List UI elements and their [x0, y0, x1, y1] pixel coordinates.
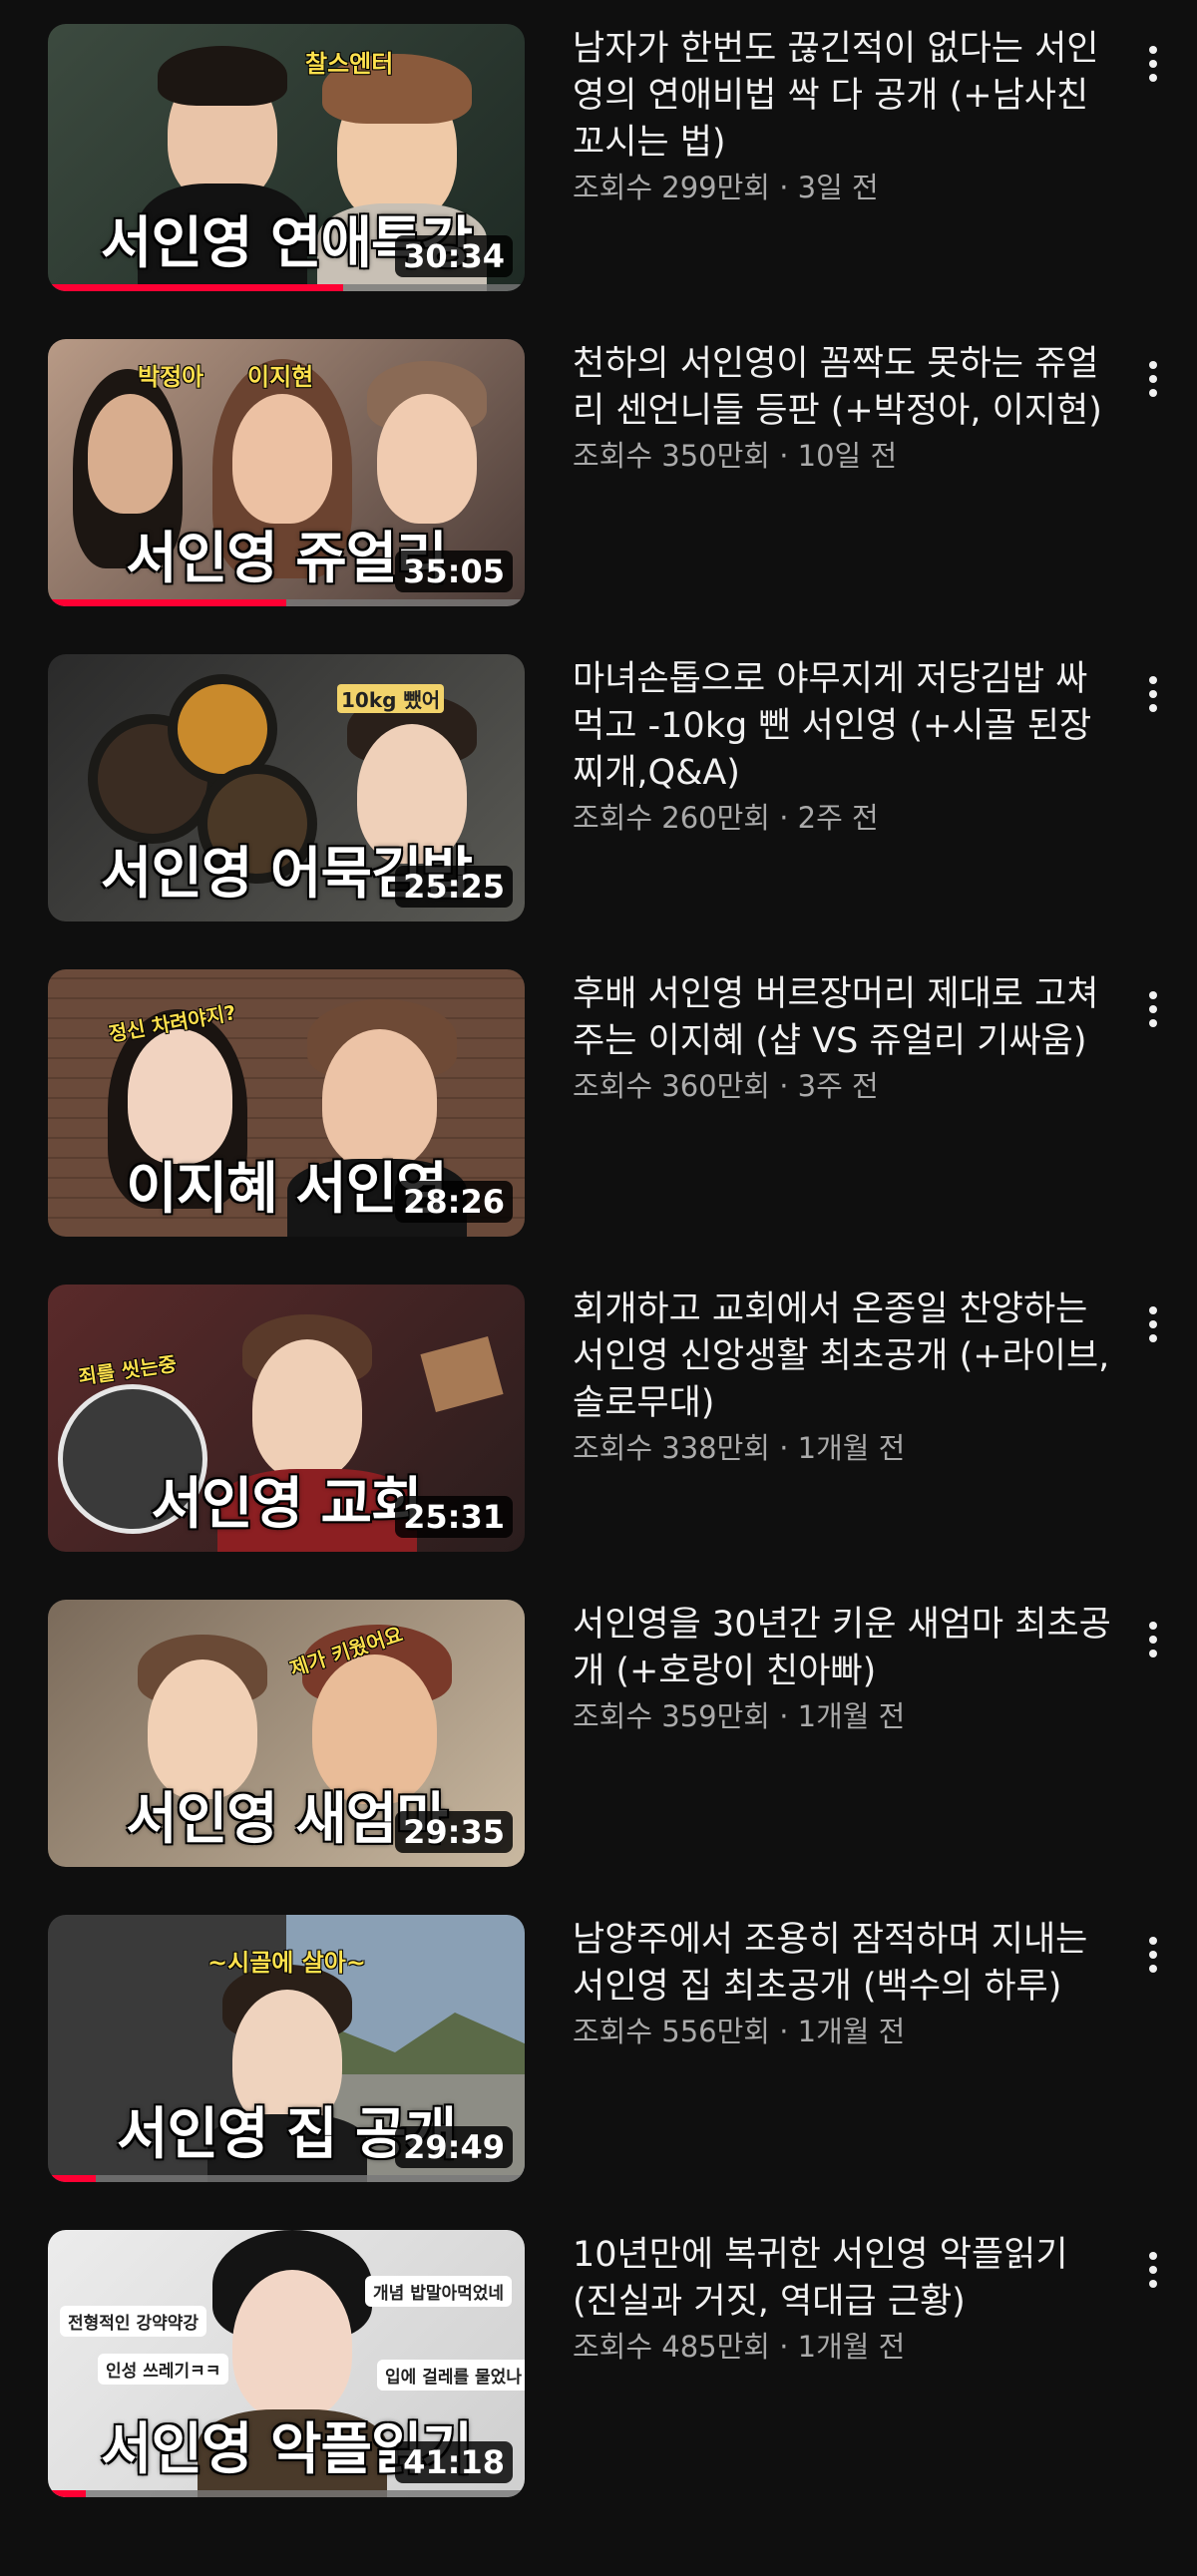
video-meta[interactable]: 후배 서인영 버르장머리 제대로 고쳐주는 이지혜 (샵 VS 쥬얼리 기싸움)… [573, 971, 1111, 1105]
video-title[interactable]: 천하의 서인영이 꼼짝도 못하는 쥬얼리 센언니들 등판 (+박정아, 이지현) [573, 341, 1111, 435]
more-vert-icon[interactable] [1135, 664, 1171, 724]
video-item[interactable]: ~시골에 살아~ 서인영 집 공개 29:49 남양주에서 조용히 잠적하며 지… [0, 1915, 1197, 2230]
more-vert-icon[interactable] [1135, 1294, 1171, 1354]
duration-badge: 41:18 [395, 2441, 513, 2483]
more-vert-icon[interactable] [1135, 2240, 1171, 2300]
view-count: 조회수 485만회 [573, 2330, 770, 2364]
watch-progress-fill [48, 284, 344, 291]
upload-age: 10일 전 [797, 439, 898, 473]
video-stats: 조회수 556만회 · 1개월 전 [573, 2015, 906, 2048]
video-meta[interactable]: 천하의 서인영이 꼼짝도 못하는 쥬얼리 센언니들 등판 (+박정아, 이지현)… [573, 341, 1111, 475]
upload-age: 1개월 전 [797, 1699, 906, 1733]
thumbnail-callout: 10kg 뺐어 [337, 684, 445, 713]
video-thumbnail[interactable]: 제가 키웠어요 서인영 새엄마 29:35 [48, 1600, 525, 1867]
video-item[interactable]: 10kg 뺐어 서인영 어묵김밥 25:25 마녀손톱으로 야무지게 저당김밥 … [0, 654, 1197, 969]
more-vert-icon[interactable] [1135, 979, 1171, 1039]
video-stats: 조회수 359만회 · 1개월 전 [573, 1699, 906, 1733]
view-count: 조회수 299만회 [573, 171, 770, 204]
video-stats: 조회수 360만회 · 3주 전 [573, 1069, 879, 1103]
video-list: 찰스엔터 서인영 연애특강 30:34 남자가 한번도 끊긴적이 없다는 서인영… [0, 0, 1197, 2545]
thumbnail-callout: 입에 걸레를 물었나 [377, 2360, 525, 2391]
video-stats: 조회수 350만회 · 10일 전 [573, 439, 898, 473]
upload-age: 3일 전 [797, 171, 879, 204]
thumbnail-callout: 이지현 [247, 363, 314, 391]
video-item[interactable]: 박정아 이지현 서인영 쥬얼리 35:05 천하의 서인영이 꼼짝도 못하는 쥬… [0, 339, 1197, 654]
duration-badge: 29:35 [395, 1811, 513, 1853]
video-thumbnail[interactable]: ~시골에 살아~ 서인영 집 공개 29:49 [48, 1915, 525, 2182]
video-item[interactable]: 죄를 씻는중 서인영 교회 25:31 회개하고 교회에서 온종일 찬양하는 서… [0, 1285, 1197, 1600]
video-meta[interactable]: 남양주에서 조용히 잠적하며 지내는 서인영 집 최초공개 (백수의 하루) 조… [573, 1917, 1111, 2050]
video-meta[interactable]: 10년만에 복귀한 서인영 악플읽기 (진실과 거짓, 역대급 근황) 조회수 … [573, 2232, 1111, 2366]
duration-badge: 28:26 [395, 1181, 513, 1223]
thumbnail-callout: 인성 쓰레기ㅋㅋ [98, 2354, 229, 2385]
video-item[interactable]: 찰스엔터 서인영 연애특강 30:34 남자가 한번도 끊긴적이 없다는 서인영… [0, 24, 1197, 339]
watch-progress [48, 284, 525, 291]
watch-progress [48, 599, 525, 606]
video-stats: 조회수 299만회 · 3일 전 [573, 171, 879, 204]
video-stats: 조회수 260만회 · 2주 전 [573, 801, 879, 835]
video-meta[interactable]: 서인영을 30년간 키운 새엄마 최초공개 (+호랑이 친아빠) 조회수 359… [573, 1602, 1111, 1735]
view-count: 조회수 350만회 [573, 439, 770, 473]
video-title[interactable]: 남양주에서 조용히 잠적하며 지내는 서인영 집 최초공개 (백수의 하루) [573, 1917, 1111, 2011]
video-item[interactable]: 제가 키웠어요 서인영 새엄마 29:35 서인영을 30년간 키운 새엄마 최… [0, 1600, 1197, 1915]
video-title[interactable]: 회개하고 교회에서 온종일 찬양하는 서인영 신앙생활 최초공개 (+라이브, … [573, 1287, 1111, 1427]
duration-badge: 30:34 [395, 235, 513, 277]
watch-progress [48, 2490, 525, 2497]
watch-progress-fill [48, 2490, 87, 2497]
video-thumbnail[interactable]: 죄를 씻는중 서인영 교회 25:31 [48, 1285, 525, 1552]
upload-age: 3주 전 [797, 1069, 879, 1103]
upload-age: 1개월 전 [797, 1431, 906, 1465]
video-meta[interactable]: 회개하고 교회에서 온종일 찬양하는 서인영 신앙생활 최초공개 (+라이브, … [573, 1287, 1111, 1467]
video-stats: 조회수 338만회 · 1개월 전 [573, 1431, 906, 1465]
view-count: 조회수 260만회 [573, 801, 770, 835]
thumbnail-callout: 박정아 [138, 363, 204, 391]
more-vert-icon[interactable] [1135, 1925, 1171, 1985]
thumbnail-callout: 전형적인 강약약강 [60, 2306, 207, 2337]
more-vert-icon[interactable] [1135, 34, 1171, 94]
video-title[interactable]: 후배 서인영 버르장머리 제대로 고쳐주는 이지혜 (샵 VS 쥬얼리 기싸움) [573, 971, 1111, 1065]
duration-badge: 25:25 [395, 866, 513, 908]
thumbnail-callout: ~시골에 살아~ [207, 1949, 366, 1977]
watch-progress-fill [48, 2175, 96, 2182]
watch-progress-fill [48, 599, 286, 606]
video-thumbnail[interactable]: 박정아 이지현 서인영 쥬얼리 35:05 [48, 339, 525, 606]
video-item[interactable]: 정신 차려야지? 이지혜 서인영 28:26 후배 서인영 버르장머리 제대로 … [0, 969, 1197, 1285]
upload-age: 1개월 전 [797, 2015, 906, 2048]
video-meta[interactable]: 남자가 한번도 끊긴적이 없다는 서인영의 연애비법 싹 다 공개 (+남사친 … [573, 26, 1111, 206]
view-count: 조회수 556만회 [573, 2015, 770, 2048]
more-vert-icon[interactable] [1135, 349, 1171, 409]
thumbnail-callout: 개념 밥말아먹었네 [365, 2276, 513, 2307]
duration-badge: 29:49 [395, 2126, 513, 2168]
video-title[interactable]: 남자가 한번도 끊긴적이 없다는 서인영의 연애비법 싹 다 공개 (+남사친 … [573, 26, 1111, 167]
view-count: 조회수 338만회 [573, 1431, 770, 1465]
watch-progress [48, 2175, 525, 2182]
video-stats: 조회수 485만회 · 1개월 전 [573, 2330, 906, 2364]
view-count: 조회수 359만회 [573, 1699, 770, 1733]
video-thumbnail[interactable]: 10kg 뺐어 서인영 어묵김밥 25:25 [48, 654, 525, 921]
video-title[interactable]: 서인영을 30년간 키운 새엄마 최초공개 (+호랑이 친아빠) [573, 1602, 1111, 1695]
video-title[interactable]: 10년만에 복귀한 서인영 악플읽기 (진실과 거짓, 역대급 근황) [573, 2232, 1111, 2326]
video-thumbnail[interactable]: 찰스엔터 서인영 연애특강 30:34 [48, 24, 525, 291]
view-count: 조회수 360만회 [573, 1069, 770, 1103]
video-meta[interactable]: 마녀손톱으로 야무지게 저당김밥 싸먹고 -10kg 뺀 서인영 (+시골 된장… [573, 656, 1111, 837]
video-item[interactable]: 전형적인 강약약강 인성 쓰레기ㅋㅋ 개념 밥말아먹었네 입에 걸레를 물었나 … [0, 2230, 1197, 2545]
duration-badge: 25:31 [395, 1496, 513, 1538]
more-vert-icon[interactable] [1135, 1610, 1171, 1669]
upload-age: 2주 전 [797, 801, 879, 835]
upload-age: 1개월 전 [797, 2330, 906, 2364]
video-thumbnail[interactable]: 정신 차려야지? 이지혜 서인영 28:26 [48, 969, 525, 1237]
duration-badge: 35:05 [395, 551, 513, 592]
video-title[interactable]: 마녀손톱으로 야무지게 저당김밥 싸먹고 -10kg 뺀 서인영 (+시골 된장… [573, 656, 1111, 797]
video-thumbnail[interactable]: 전형적인 강약약강 인성 쓰레기ㅋㅋ 개념 밥말아먹었네 입에 걸레를 물었나 … [48, 2230, 525, 2497]
thumbnail-callout: 찰스엔터 [305, 50, 394, 78]
